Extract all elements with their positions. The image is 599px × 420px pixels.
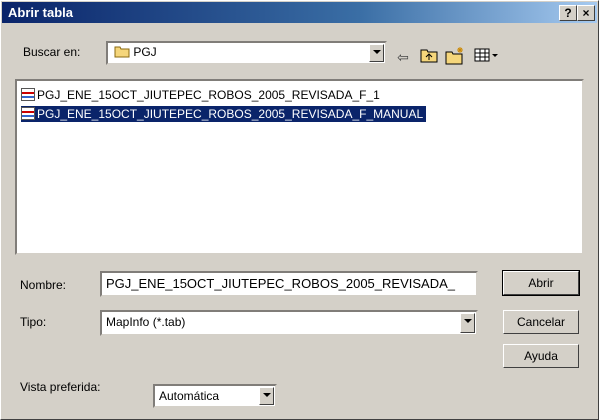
- help-title-button[interactable]: ?: [559, 5, 577, 21]
- file-list[interactable]: PGJ_ENE_15OCT_JIUTEPEC_ROBOS_2005_REVISA…: [15, 79, 584, 255]
- filetype-dropdown-button[interactable]: [460, 313, 475, 333]
- open-button[interactable]: Abrir: [502, 270, 580, 296]
- list-item[interactable]: PGJ_ENE_15OCT_JIUTEPEC_ROBOS_2005_REVISA…: [21, 106, 427, 122]
- filetype-combo[interactable]: MapInfo (*.tab): [100, 310, 478, 336]
- preferred-view-combo[interactable]: Automática: [153, 384, 277, 408]
- help-button[interactable]: Ayuda: [503, 344, 579, 368]
- list-item[interactable]: PGJ_ENE_15OCT_JIUTEPEC_ROBOS_2005_REVISA…: [21, 87, 383, 103]
- lookin-combo[interactable]: PGJ: [106, 41, 387, 65]
- lookin-label: Buscar en:: [23, 45, 81, 59]
- new-folder-icon[interactable]: [445, 47, 465, 67]
- view-menu-icon[interactable]: [473, 47, 501, 67]
- filename-input[interactable]: PGJ_ENE_15OCT_JIUTEPEC_ROBOS_2005_REVISA…: [100, 271, 478, 297]
- table-file-icon: [21, 88, 35, 101]
- lookin-value: PGJ: [114, 45, 157, 59]
- up-folder-icon[interactable]: [419, 47, 439, 67]
- preferred-view-label: Vista preferida:: [20, 380, 101, 394]
- window-title: Abrir tabla: [8, 5, 74, 20]
- back-icon[interactable]: ⇦: [393, 47, 413, 67]
- filetype-label: Tipo:: [20, 315, 47, 329]
- title-bar[interactable]: Abrir tabla ? ×: [2, 2, 597, 23]
- lookin-dropdown-button[interactable]: [369, 44, 384, 62]
- preferred-view-dropdown-button[interactable]: [259, 387, 274, 405]
- open-table-dialog: Abrir tabla ? × Buscar en: PGJ ⇦ PGJ_ENE…: [0, 0, 599, 420]
- close-icon[interactable]: ×: [577, 5, 595, 21]
- table-file-icon: [21, 107, 35, 120]
- filename-label: Nombre:: [20, 278, 67, 292]
- folder-icon: [114, 46, 130, 58]
- cancel-button[interactable]: Cancelar: [503, 310, 579, 334]
